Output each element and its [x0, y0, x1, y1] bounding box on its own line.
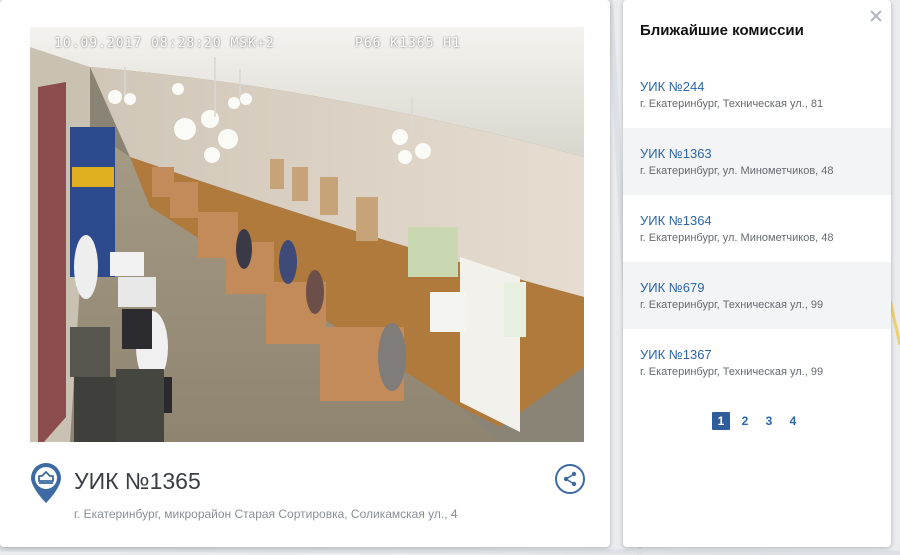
list-item-title[interactable]: УИК №1367 [640, 347, 891, 362]
list-item[interactable]: УИК №1364 г. Екатеринбург, ул. Минометчи… [623, 195, 891, 262]
list-item[interactable]: УИК №244 г. Екатеринбург, Техническая ул… [623, 61, 891, 128]
nearby-commissions-panel: Ближайшие комиссии УИК №244 г. Екатеринб… [623, 0, 891, 547]
list-item-title[interactable]: УИК №244 [640, 79, 891, 94]
pagination: 1 2 3 4 [623, 412, 891, 430]
list-item-address: г. Екатеринбург, Техническая ул., 99 [640, 366, 824, 378]
page-2[interactable]: 2 [736, 412, 754, 430]
commission-address: г. Екатеринбург, микрорайон Старая Сорти… [74, 507, 458, 521]
close-button[interactable] [866, 6, 886, 26]
video-camera-id: P66 K1365 H1 [355, 36, 461, 51]
page-4[interactable]: 4 [784, 412, 802, 430]
commission-card: 10.09.2017 08:28:20 MSK+2 P66 K1365 H1 У… [0, 0, 610, 547]
page-1[interactable]: 1 [712, 412, 730, 430]
page-3[interactable]: 3 [760, 412, 778, 430]
list-item-title[interactable]: УИК №679 [640, 280, 891, 295]
list-item-address: г. Екатеринбург, Техническая ул., 99 [640, 299, 824, 311]
commission-list: УИК №244 г. Екатеринбург, Техническая ул… [623, 61, 891, 396]
camera-video[interactable]: 10.09.2017 08:28:20 MSK+2 P66 K1365 H1 [30, 27, 584, 442]
share-icon [563, 471, 577, 487]
panel-title: Ближайшие комиссии [640, 22, 804, 39]
list-item[interactable]: УИК №1367 г. Екатеринбург, Техническая у… [623, 329, 891, 396]
list-item-title[interactable]: УИК №1364 [640, 213, 891, 228]
list-item-address: г. Екатеринбург, ул. Минометчиков, 48 [640, 232, 834, 244]
list-item[interactable]: УИК №1363 г. Екатеринбург, ул. Минометчи… [623, 128, 891, 195]
ballot-box-marker-icon [28, 462, 64, 504]
share-button[interactable] [555, 464, 585, 494]
list-item-address: г. Екатеринбург, ул. Минометчиков, 48 [640, 165, 834, 177]
commission-title: УИК №1365 [74, 468, 201, 494]
polling-station-scene [30, 27, 584, 442]
list-item[interactable]: УИК №679 г. Екатеринбург, Техническая ул… [623, 262, 891, 329]
video-timestamp: 10.09.2017 08:28:20 MSK+2 [54, 36, 275, 51]
close-icon [870, 10, 882, 22]
list-item-address: г. Екатеринбург, Техническая ул., 81 [640, 98, 824, 110]
list-item-title[interactable]: УИК №1363 [640, 146, 891, 161]
